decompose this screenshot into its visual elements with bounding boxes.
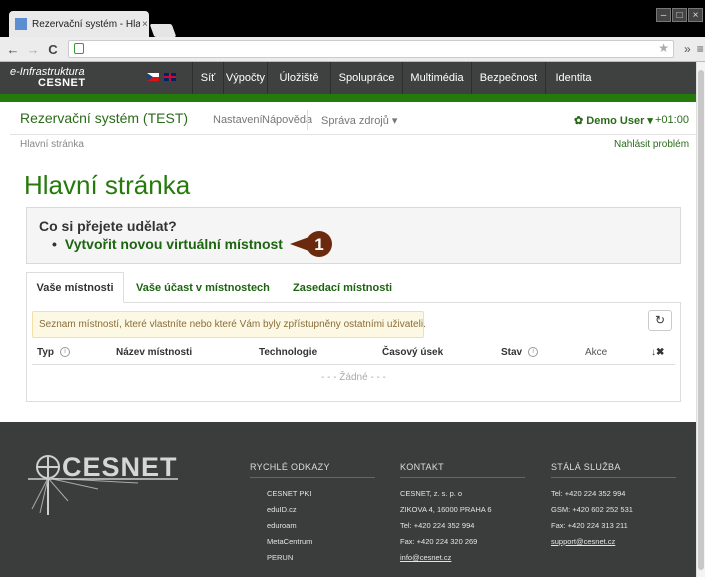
cesnet-logo[interactable]: CESNET — [28, 453, 188, 519]
create-room-link[interactable]: Vytvořit novou virtuální místnost — [65, 236, 283, 252]
logo-text: CESNET — [62, 453, 178, 482]
footer-divider — [250, 477, 375, 478]
bullet: • — [52, 236, 57, 252]
back-icon[interactable]: ← — [6, 42, 20, 57]
reload-icon[interactable]: C — [46, 42, 60, 57]
forward-icon[interactable]: → — [26, 42, 40, 57]
browser-menu-icon[interactable]: ≡ — [697, 42, 704, 56]
nav-vypocty[interactable]: Výpočty — [223, 62, 267, 94]
info-icon[interactable]: i — [60, 347, 71, 358]
info-alert: Seznam místností, které vlastníte nebo k… — [32, 311, 426, 338]
contact-email-link[interactable]: info@cesnet.cz — [400, 553, 451, 562]
nav-multimedia[interactable]: Multimédia — [402, 62, 471, 94]
contact-address: ZIKOVA 4, 16000 PRAHA 6 — [400, 505, 492, 514]
footer-gap — [0, 402, 696, 422]
url-input[interactable]: ★ — [68, 40, 674, 58]
footer-link-metacentrum[interactable]: MetaCentrum — [267, 537, 312, 546]
footer-link-cesnet-pki[interactable]: CESNET PKI — [267, 489, 311, 498]
menu-sprava-zdroju[interactable]: Správa zdrojů ▾ — [321, 114, 397, 127]
col-casovy-usek[interactable]: Časový úsek — [382, 347, 443, 358]
footer-heading-contact: KONTAKT — [400, 462, 444, 472]
col-nazev[interactable]: Název místnosti — [116, 347, 192, 358]
col-stav: Stav i — [501, 347, 539, 358]
minimize-button[interactable]: – — [656, 8, 671, 22]
service-email-link[interactable]: support@cesnet.cz — [551, 537, 615, 546]
step-badge: 1 — [290, 231, 332, 257]
czech-flag-icon[interactable] — [147, 73, 159, 81]
scrollbar[interactable] — [696, 62, 705, 577]
footer-link-eduid[interactable]: eduID.cz — [267, 505, 297, 514]
nav-identita[interactable]: Identita — [545, 62, 601, 94]
contact-fax: Fax: +420 224 320 269 — [400, 537, 478, 546]
extensions-icon[interactable]: » — [684, 42, 691, 56]
app-title[interactable]: Rezervační systém (TEST) — [20, 110, 188, 126]
breadcrumb: Hlavní stránka — [20, 139, 84, 150]
user-menu[interactable]: ✿ Demo User ▾ — [574, 114, 653, 127]
close-window-button[interactable]: × — [688, 8, 703, 22]
action-question: Co si přejete udělat? — [39, 218, 177, 234]
nav-bezpecnost[interactable]: Bezpečnost — [471, 62, 545, 94]
footer-link-perun[interactable]: PERUN — [267, 553, 293, 562]
brand-line2: CESNET — [38, 77, 86, 89]
create-room-link-row: • Vytvořit novou virtuální místnost — [52, 236, 283, 252]
empty-row: - - - Žádné - - - — [320, 372, 386, 383]
tab-vase-mistnosti[interactable]: Vaše místnosti — [26, 272, 124, 303]
menu-divider — [307, 110, 308, 130]
menu-napoveda[interactable]: Nápověda — [262, 114, 312, 126]
browser-tab-title: Rezervační systém - Hlav — [32, 18, 140, 30]
contact-org: CESNET, z. s. p. o — [400, 489, 463, 498]
step-badge-number: 1 — [314, 235, 323, 254]
service-tel: Tel: +420 224 352 994 — [551, 489, 626, 498]
page-title: Hlavní stránka — [24, 170, 191, 200]
lock-icon — [74, 43, 84, 54]
new-tab-button[interactable] — [149, 24, 177, 37]
footer-heading-quicklinks: RYCHLÉ ODKAZY — [250, 462, 330, 472]
service-gsm: GSM: +420 602 252 531 — [551, 505, 633, 514]
footer-divider — [551, 477, 676, 478]
refresh-button[interactable]: ↻ — [648, 310, 672, 331]
nav-spoluprace[interactable]: Spolupráce — [330, 62, 402, 94]
report-problem-link[interactable]: Nahlásit problém — [614, 139, 689, 150]
brand-logo[interactable]: e-Infrastruktura CESNET — [10, 67, 86, 89]
header-divider — [32, 364, 675, 365]
breadcrumb-bar — [10, 134, 696, 155]
address-bar: ← → C ★ » ≡ — [0, 37, 705, 62]
tab-vase-ucast[interactable]: Vaše účast v místnostech — [136, 282, 270, 294]
tab-close-icon[interactable]: × — [142, 19, 148, 30]
service-fax: Fax: +420 224 313 211 — [551, 521, 628, 530]
green-divider — [0, 94, 696, 102]
info-icon[interactable]: i — [528, 347, 539, 358]
timezone[interactable]: +01:00 — [655, 114, 689, 126]
tab-zasedaci-mistnosti[interactable]: Zasedací místnosti — [293, 282, 392, 294]
bookmark-star-icon[interactable]: ★ — [658, 41, 669, 55]
clear-sort-icon[interactable]: ↓✖ — [651, 347, 664, 358]
menu-nastaveni[interactable]: Nastavení — [213, 114, 263, 126]
nav-sit[interactable]: Síť — [192, 62, 223, 94]
contact-tel: Tel: +420 224 352 994 — [400, 521, 475, 530]
col-technologie[interactable]: Technologie — [259, 347, 317, 358]
uk-flag-icon[interactable] — [164, 73, 176, 81]
col-typ: Typ i — [37, 347, 71, 358]
footer-heading-service: STÁLÁ SLUŽBA — [551, 462, 621, 472]
browser-tab[interactable]: Rezervační systém - Hlav × — [9, 11, 149, 37]
footer-link-eduroam[interactable]: eduroam — [267, 521, 297, 530]
col-akce: Akce — [585, 347, 608, 358]
maximize-button[interactable]: □ — [672, 8, 687, 22]
nav-uloziste[interactable]: Úložiště — [267, 62, 330, 94]
footer-divider — [400, 477, 525, 478]
favicon-icon — [15, 18, 27, 30]
